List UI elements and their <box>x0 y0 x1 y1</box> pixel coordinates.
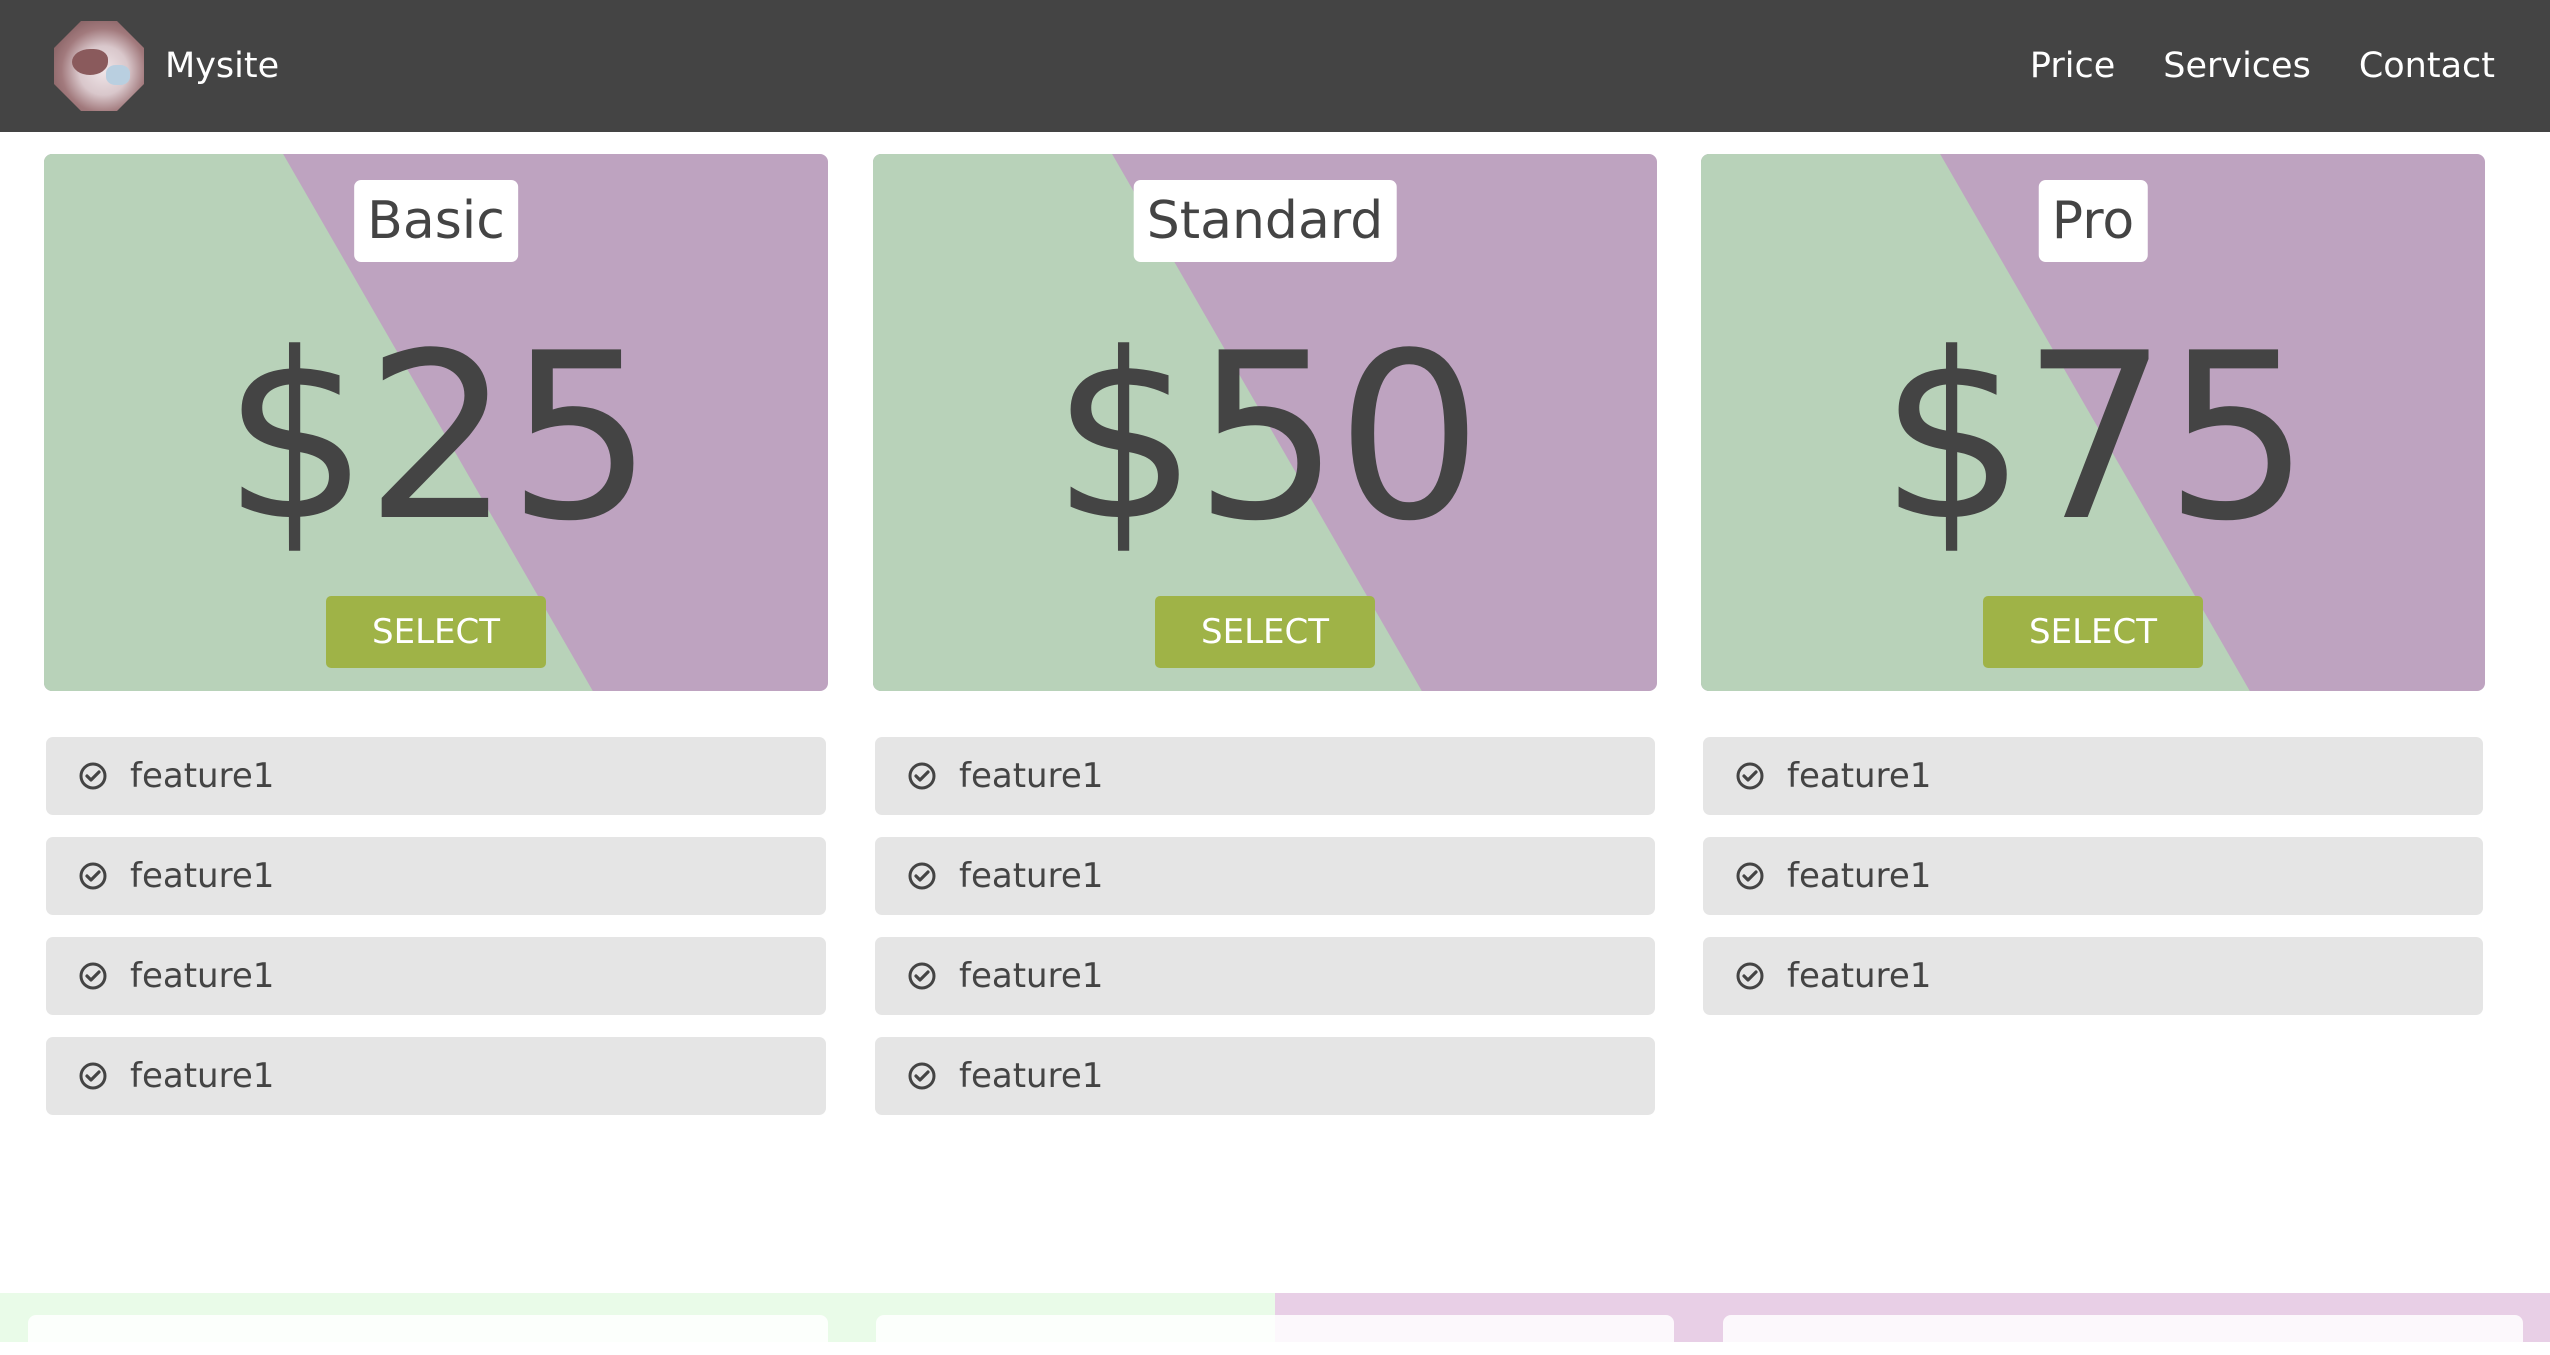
plan-price: $25 <box>222 305 654 572</box>
feature-item: feature1 <box>1703 837 2483 915</box>
feature-label: feature1 <box>959 756 1104 796</box>
plan-price: $50 <box>1051 305 1483 572</box>
plan-price: $75 <box>1879 305 2311 572</box>
feature-item: feature1 <box>875 1037 1655 1115</box>
feature-label: feature1 <box>959 856 1104 896</box>
next-section-card <box>1723 1315 2523 1355</box>
check-circle-icon <box>908 962 936 990</box>
feature-item: feature1 <box>46 837 826 915</box>
feature-label: feature1 <box>130 756 275 796</box>
next-section-card <box>876 1315 1674 1355</box>
main-nav: Price Services Contact <box>2030 40 2495 92</box>
feature-list: feature1 feature1 feature1 feature1 <box>44 737 828 1115</box>
plan-basic: Basic $25 SELECT feature1 feature1 featu… <box>44 154 828 1137</box>
next-section-card <box>28 1315 828 1355</box>
feature-item: feature1 <box>1703 737 2483 815</box>
check-circle-icon <box>908 862 936 890</box>
select-button[interactable]: SELECT <box>1983 596 2203 668</box>
feature-item: feature1 <box>46 937 826 1015</box>
check-circle-icon <box>1736 862 1764 890</box>
plan-standard: Standard $50 SELECT feature1 feature1 fe… <box>873 154 1657 1137</box>
logo-avatar[interactable] <box>54 21 144 111</box>
select-button[interactable]: SELECT <box>326 596 546 668</box>
plan-card: Pro $75 SELECT <box>1701 154 2485 691</box>
nav-contact[interactable]: Contact <box>2359 40 2495 92</box>
plan-name: Pro <box>2038 180 2148 262</box>
check-circle-icon <box>908 1062 936 1090</box>
feature-list: feature1 feature1 feature1 <box>1701 737 2485 1015</box>
plan-card: Standard $50 SELECT <box>873 154 1657 691</box>
nav-price[interactable]: Price <box>2030 40 2115 92</box>
plan-name: Basic <box>354 180 518 262</box>
feature-label: feature1 <box>1787 756 1932 796</box>
feature-label: feature1 <box>959 956 1104 996</box>
feature-list: feature1 feature1 feature1 feature1 <box>873 737 1657 1115</box>
feature-item: feature1 <box>46 1037 826 1115</box>
check-circle-icon <box>908 762 936 790</box>
feature-label: feature1 <box>1787 856 1932 896</box>
feature-item: feature1 <box>875 837 1655 915</box>
check-circle-icon <box>79 862 107 890</box>
next-section-strip <box>0 1293 2550 1355</box>
check-circle-icon <box>79 1062 107 1090</box>
feature-item: feature1 <box>875 937 1655 1015</box>
feature-item: feature1 <box>46 737 826 815</box>
plan-pro: Pro $75 SELECT feature1 feature1 feature… <box>1701 154 2485 1037</box>
plan-name: Standard <box>1133 180 1397 262</box>
nav-services[interactable]: Services <box>2163 40 2311 92</box>
check-circle-icon <box>79 962 107 990</box>
brand-name[interactable]: Mysite <box>165 40 279 92</box>
feature-label: feature1 <box>959 1056 1104 1096</box>
feature-item: feature1 <box>875 737 1655 815</box>
feature-item: feature1 <box>1703 937 2483 1015</box>
select-button[interactable]: SELECT <box>1155 596 1375 668</box>
plan-card: Basic $25 SELECT <box>44 154 828 691</box>
check-circle-icon <box>1736 962 1764 990</box>
check-circle-icon <box>79 762 107 790</box>
feature-label: feature1 <box>130 1056 275 1096</box>
feature-label: feature1 <box>1787 956 1932 996</box>
site-header: Mysite Price Services Contact <box>0 0 2550 132</box>
feature-label: feature1 <box>130 956 275 996</box>
feature-label: feature1 <box>130 856 275 896</box>
check-circle-icon <box>1736 762 1764 790</box>
